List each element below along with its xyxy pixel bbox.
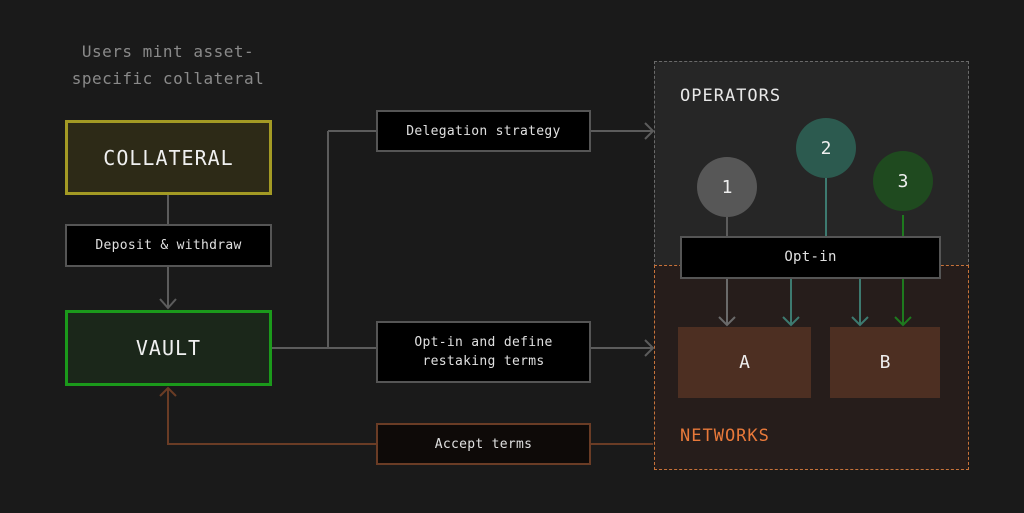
operator-optin-text: Opt-in (784, 249, 837, 265)
network-a: A (678, 327, 811, 398)
operator-1-label: 1 (721, 176, 733, 198)
operator-3: 3 (873, 151, 933, 211)
operator-2: 2 (796, 118, 856, 178)
network-a-label: A (739, 352, 750, 373)
operator-1: 1 (697, 157, 757, 217)
network-b: B (830, 327, 940, 398)
network-b-label: B (879, 352, 891, 373)
operator-2-label: 2 (820, 137, 832, 159)
operator-optin-bar: Opt-in (680, 236, 941, 279)
operator-3-label: 3 (897, 170, 909, 192)
